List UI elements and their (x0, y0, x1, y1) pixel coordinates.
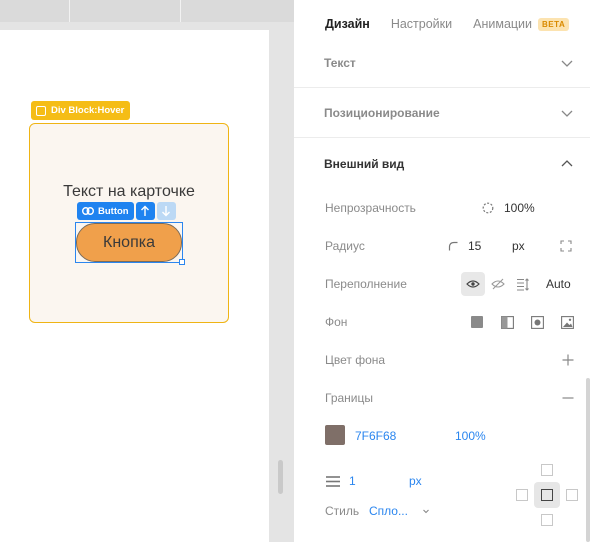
arrow-down-icon (162, 206, 171, 217)
section-positioning[interactable]: Позиционирование (294, 88, 590, 138)
background-color-row: Цвет фона (294, 348, 590, 372)
select-parent-button[interactable] (135, 202, 155, 220)
select-child-button[interactable] (156, 202, 176, 220)
border-width-icon (326, 475, 340, 487)
borders-label: Границы (325, 391, 373, 405)
eye-off-icon[interactable] (491, 278, 505, 290)
overflow-auto-option[interactable]: Auto (546, 277, 571, 291)
section-text[interactable]: Текст (294, 38, 590, 88)
background-color-label: Цвет фона (325, 353, 386, 367)
background-row: Фон (294, 310, 590, 334)
corner-radius-icon (448, 241, 458, 251)
solid-fill-icon[interactable] (471, 316, 483, 328)
selected-element-tag[interactable]: Button (77, 202, 134, 220)
border-color-hex[interactable]: 7F6F68 (355, 429, 396, 443)
border-color-opacity[interactable]: 100% (455, 429, 486, 443)
style-panel: Дизайн Настройки Анимации BETA Текст Поз… (294, 0, 590, 542)
chevron-down-icon (561, 110, 573, 117)
canvas-scrollbar[interactable] (278, 460, 283, 494)
card-button[interactable]: Кнопка (76, 223, 182, 262)
plus-icon[interactable] (562, 354, 574, 366)
canvas-ruler-bar (0, 0, 294, 22)
border-bottom-side[interactable] (541, 514, 553, 526)
border-style-select[interactable]: Спло... (369, 504, 408, 518)
overflow-visible-button[interactable] (461, 272, 485, 296)
section-positioning-label: Позиционирование (324, 105, 440, 120)
border-top-side[interactable] (541, 464, 553, 476)
radius-label: Радиус (325, 239, 365, 253)
tab-animations-label: Анимации (473, 17, 533, 31)
border-right-side[interactable] (566, 489, 578, 501)
radius-row: Радиус 15 px (294, 234, 590, 258)
gradient-fill-icon[interactable] (501, 315, 514, 329)
ruler-divider (180, 0, 181, 22)
radius-input[interactable]: 15 (468, 239, 481, 253)
radius-unit[interactable]: px (512, 239, 525, 253)
opacity-row: Непрозрачность 100% (294, 196, 590, 220)
div-block-icon (36, 105, 46, 116)
border-color-swatch[interactable] (325, 425, 345, 445)
chevron-down-icon (561, 60, 573, 67)
opacity-value[interactable]: 100% (504, 201, 535, 215)
overflow-label: Переполнение (325, 277, 407, 291)
hover-element-tag: Div Block:Hover (31, 101, 131, 120)
scroll-overflow-icon[interactable] (516, 277, 530, 291)
section-text-label: Текст (324, 55, 356, 70)
border-color-row: 7F6F68 100% (294, 424, 590, 448)
border-left-side[interactable] (516, 489, 528, 501)
individual-corners-icon[interactable] (560, 240, 572, 252)
beta-badge: BETA (538, 17, 570, 31)
design-canvas[interactable]: Div Block:Hover Текст на карточке Button… (0, 0, 294, 542)
card-text[interactable]: Текст на карточке (30, 183, 228, 201)
tab-settings-label: Настройки (390, 17, 453, 31)
background-label: Фон (325, 315, 348, 329)
chevron-up-icon (561, 160, 573, 167)
border-width-input[interactable]: 1 (349, 474, 356, 488)
border-all-icon (541, 489, 553, 501)
opacity-icon (482, 202, 494, 214)
overflow-row: Переполнение Auto (294, 272, 590, 296)
borders-row: Границы (294, 386, 590, 410)
tab-animations[interactable]: Анимации BETA (473, 17, 570, 31)
section-appearance-label: Внешний вид (324, 157, 405, 171)
section-appearance[interactable]: Внешний вид (294, 139, 590, 189)
tab-design[interactable]: Дизайн (325, 17, 370, 31)
eye-icon (466, 280, 480, 288)
chevron-down-icon[interactable] (422, 507, 430, 515)
opacity-label: Непрозрачность (325, 201, 416, 215)
tab-design-label: Дизайн (325, 17, 370, 31)
ruler-divider (69, 0, 70, 22)
border-width-unit[interactable]: px (409, 474, 422, 488)
image-fill-icon[interactable] (561, 315, 574, 329)
minus-icon[interactable] (562, 392, 574, 404)
panel-scrollbar[interactable] (586, 378, 590, 542)
tab-settings[interactable]: Настройки (391, 17, 452, 31)
arrow-up-icon (141, 205, 150, 216)
radial-fill-icon[interactable] (531, 315, 544, 329)
resize-handle[interactable] (179, 259, 185, 265)
selected-tag-label: Button (98, 205, 129, 217)
link-icon (82, 207, 94, 215)
border-style-label: Стиль (325, 504, 360, 518)
border-all-sides-button[interactable] (534, 482, 560, 508)
selection-toolbar: Button (77, 202, 176, 220)
hover-tag-label: Div Block:Hover (51, 105, 125, 116)
